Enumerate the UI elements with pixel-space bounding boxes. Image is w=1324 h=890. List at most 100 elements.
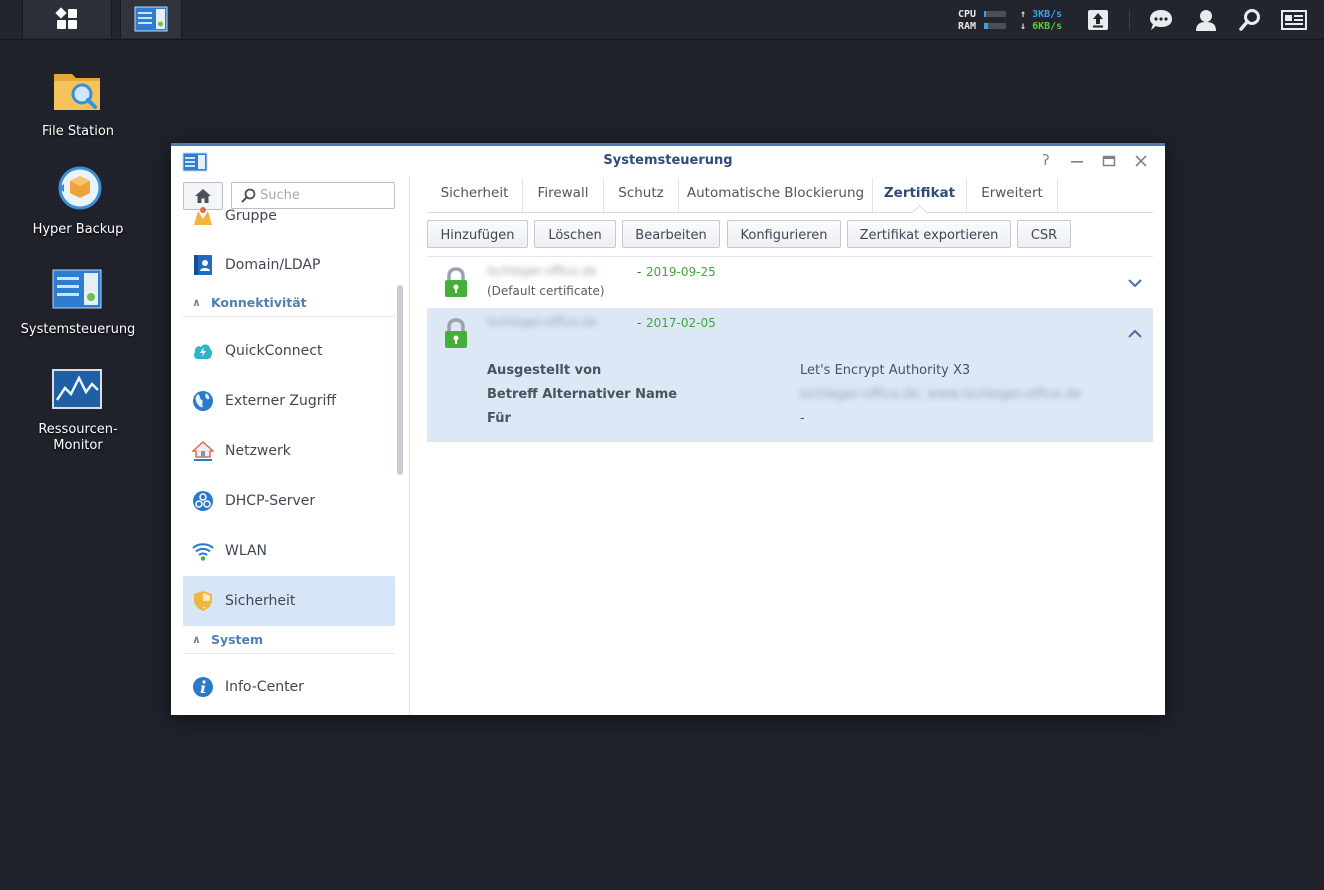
detail-value-subject-alt-name: lschleger-office.de, www.lschleger-offic… xyxy=(800,387,1082,402)
desktop-icon-label: Systemsteuerung xyxy=(20,322,136,337)
separator-dash: - xyxy=(637,265,642,279)
globe-icon xyxy=(191,389,215,413)
sidebar-search[interactable] xyxy=(231,182,395,209)
certificate-name: lschleger-office.de xyxy=(487,315,597,329)
configure-button[interactable]: Konfigurieren xyxy=(727,220,841,248)
window-title: Systemsteuerung xyxy=(603,153,733,168)
sidebar-item-label: DHCP-Server xyxy=(225,493,316,509)
edit-button[interactable]: Bearbeiten xyxy=(622,220,720,248)
main-menu-icon xyxy=(55,7,77,29)
sidebar-item-group[interactable]: Gruppe xyxy=(183,206,395,241)
sidebar-item-label: Info-Center xyxy=(225,679,304,695)
tab-protection[interactable]: Schutz xyxy=(604,178,679,212)
chevron-down-icon xyxy=(1128,279,1142,288)
shield-icon xyxy=(191,589,215,613)
home-icon xyxy=(195,189,211,203)
export-certificate-button[interactable]: Zertifikat exportieren xyxy=(847,220,1011,248)
maximize-icon xyxy=(1102,155,1116,167)
certificate-date: 2017-02-05 xyxy=(646,316,716,330)
resource-monitor-widget[interactable]: CPU RAM ↑ 3KB/s ↓ 6KB/s xyxy=(958,9,1078,33)
group-icon xyxy=(191,206,215,228)
sidebar-item-label: QuickConnect xyxy=(225,343,323,359)
desktop-icon-label-line2: Monitor xyxy=(53,438,103,453)
taskbar-separator xyxy=(1129,10,1130,30)
taskbar-app-control-panel[interactable] xyxy=(120,0,182,38)
desktop-icon-label-line1: Ressourcen- xyxy=(38,422,118,437)
desktop-icon-label: File Station xyxy=(41,124,115,139)
wifi-icon xyxy=(191,539,215,563)
folder-search-icon xyxy=(54,74,100,110)
detail-label-issuer: Ausgestellt von xyxy=(487,363,602,378)
arrow-down-icon: ↓ xyxy=(1020,21,1027,32)
certificate-row-expanded[interactable]: lschleger-office.de - 2017-02-05 Ausgest… xyxy=(427,309,1153,442)
tab-auto-block[interactable]: Automatische Blockierung xyxy=(679,178,873,212)
main-panel: Sicherheit Firewall Schutz Automatische … xyxy=(427,176,1153,715)
desktop-icon-control-panel[interactable]: Systemsteuerung xyxy=(18,266,138,338)
control-panel-icon xyxy=(134,6,168,32)
section-title: System xyxy=(210,631,264,647)
help-icon: ʔ xyxy=(1042,153,1050,169)
notifications-button[interactable] xyxy=(1148,7,1174,33)
domain-ldap-icon xyxy=(191,253,215,277)
section-header-connectivity[interactable]: ∧ Konnektivität xyxy=(183,288,395,317)
ram-bar-fill xyxy=(984,23,989,29)
maximize-button[interactable] xyxy=(1100,152,1118,170)
user-icon xyxy=(1196,10,1216,31)
upload-icon xyxy=(1088,10,1108,30)
sidebar-item-dhcp-server[interactable]: DHCP-Server xyxy=(183,476,395,526)
tab-advanced[interactable]: Erweitert xyxy=(967,178,1058,212)
csr-button[interactable]: CSR xyxy=(1017,220,1071,248)
help-button[interactable]: ʔ xyxy=(1037,152,1055,170)
add-button[interactable]: Hinzufügen xyxy=(427,220,528,248)
sidebar-item-quickconnect[interactable]: QuickConnect xyxy=(183,326,395,376)
search-icon xyxy=(241,188,256,203)
sidebar-scrollbar[interactable] xyxy=(397,285,403,475)
certificate-date: 2019-09-25 xyxy=(646,265,716,279)
chevron-up-icon: ∧ xyxy=(192,632,201,646)
sidebar-item-wlan[interactable]: WLAN xyxy=(183,526,395,576)
download-rate: ↓ 6KB/s xyxy=(1020,21,1063,32)
minimize-icon xyxy=(1071,161,1083,163)
cpu-bar-fill xyxy=(984,11,987,17)
tab-bar: Sicherheit Firewall Schutz Automatische … xyxy=(427,178,1153,221)
hyper-backup-icon xyxy=(58,166,102,210)
sidebar-item-domain-ldap[interactable]: Domain/LDAP xyxy=(183,240,395,290)
sidebar-item-label: WLAN xyxy=(225,543,268,559)
expand-button[interactable] xyxy=(1127,275,1143,291)
desktop-icon-resource-monitor[interactable]: Ressourcen- Monitor xyxy=(18,366,138,454)
minimize-button[interactable] xyxy=(1068,152,1086,170)
nav-list: Gruppe Domain/LDAP ∧ Konnektivität Quick… xyxy=(183,206,395,715)
cpu-label: CPU xyxy=(958,9,977,20)
sidebar-item-info-center[interactable]: Info-Center xyxy=(183,662,395,712)
ram-bar xyxy=(984,23,1006,29)
tab-security[interactable]: Sicherheit xyxy=(427,178,523,212)
quickconnect-icon xyxy=(191,339,215,363)
sidebar-item-external-access[interactable]: Externer Zugriff xyxy=(183,376,395,426)
main-menu-button[interactable] xyxy=(22,0,112,38)
search-input[interactable] xyxy=(260,183,388,208)
network-house-icon xyxy=(191,439,215,463)
widgets-icon xyxy=(1281,10,1307,30)
tab-firewall[interactable]: Firewall xyxy=(523,178,604,212)
upload-queue-button[interactable] xyxy=(1085,7,1111,33)
detail-value-for: - xyxy=(800,411,805,426)
chevron-up-icon xyxy=(1128,329,1142,338)
widgets-button[interactable] xyxy=(1281,7,1307,33)
close-button[interactable] xyxy=(1132,152,1150,170)
ram-label: RAM xyxy=(958,21,977,32)
certificate-row[interactable]: lschleger-office.de - 2019-09-25 (Defaul… xyxy=(427,258,1153,309)
control-panel-icon xyxy=(52,269,102,309)
desktop-icon-file-station[interactable]: File Station xyxy=(18,68,138,140)
user-menu-button[interactable] xyxy=(1193,7,1219,33)
delete-button[interactable]: Löschen xyxy=(534,220,616,248)
upload-rate: ↑ 3KB/s xyxy=(1020,9,1063,20)
collapse-button[interactable] xyxy=(1127,326,1143,342)
section-header-system[interactable]: ∧ System xyxy=(183,625,395,654)
sidebar-item-security[interactable]: Sicherheit xyxy=(183,576,395,626)
sidebar-item-label: Gruppe xyxy=(225,208,277,224)
desktop-icon-hyper-backup[interactable]: Hyper Backup xyxy=(18,166,138,238)
desktop-icon-label: Hyper Backup xyxy=(32,222,124,237)
detail-label-subject-alt-name: Betreff Alternativer Name xyxy=(487,387,678,402)
search-button[interactable] xyxy=(1237,7,1263,33)
sidebar-item-network[interactable]: Netzwerk xyxy=(183,426,395,476)
